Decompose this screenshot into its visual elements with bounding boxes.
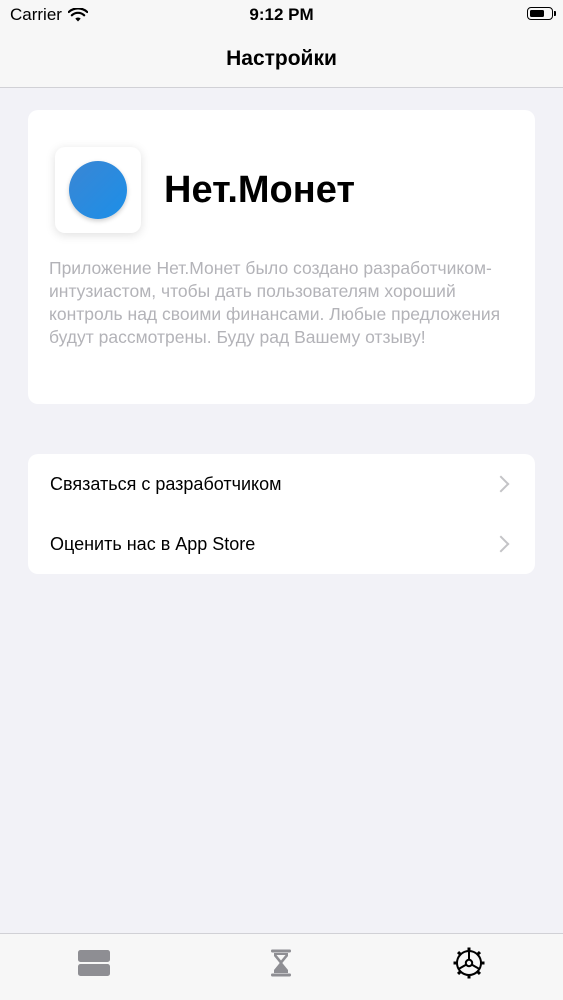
app-description: Приложение Нет.Монет было создано разраб… — [49, 258, 501, 347]
rate-app-store-label: Оценить нас в App Store — [50, 533, 256, 554]
links-card: Связаться с разработчиком Оценить нас в … — [28, 454, 535, 574]
list-icon — [78, 950, 110, 976]
tab-timer[interactable] — [263, 946, 299, 980]
app-logo-circle — [69, 161, 127, 219]
chevron-right-icon — [492, 475, 510, 493]
status-time: 9:12 PM — [249, 5, 314, 24]
tab-bar — [0, 933, 563, 1000]
contact-developer-label: Связаться с разработчиком — [50, 473, 282, 494]
page-title: Настройки — [226, 46, 337, 70]
tab-settings[interactable] — [451, 946, 487, 980]
hourglass-icon — [271, 949, 291, 977]
battery-icon — [527, 7, 556, 20]
app-name: Нет.Монет — [164, 169, 355, 211]
contact-developer-row[interactable]: Связаться с разработчиком — [28, 454, 535, 514]
chevron-right-icon — [492, 535, 510, 553]
rate-app-store-row[interactable]: Оценить нас в App Store — [28, 514, 535, 574]
status-bar: Carrier 9:12 PM — [0, 0, 563, 30]
tab-list[interactable] — [76, 946, 112, 980]
navigation-bar: Настройки — [0, 30, 563, 88]
about-card: Нет.Монет Приложение Нет.Монет было созд… — [28, 110, 535, 404]
app-icon — [55, 147, 141, 233]
gear-icon — [453, 947, 485, 979]
